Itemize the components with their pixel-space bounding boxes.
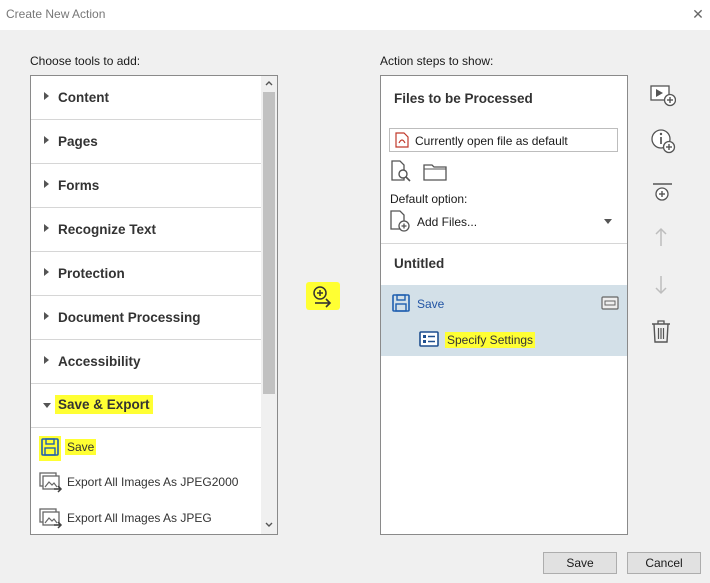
chevron-right-icon	[44, 224, 49, 232]
chevron-right-icon	[44, 180, 49, 188]
untitled-section-title: Untitled	[394, 256, 445, 271]
category-label: Recognize Text	[58, 222, 157, 237]
tool-export-jpeg2000[interactable]: Export All Images As JPEG2000	[31, 464, 261, 500]
category-forms[interactable]: Forms	[31, 164, 261, 208]
window-title: Create New Action	[6, 7, 106, 21]
tool-label: Save	[65, 439, 97, 455]
category-label: Forms	[58, 178, 100, 193]
delete-icon[interactable]	[650, 319, 676, 345]
add-file-icon	[389, 209, 413, 236]
step-label: Save	[417, 297, 445, 311]
export-images-icon	[39, 508, 63, 533]
save-button[interactable]: Save	[543, 552, 617, 574]
browse-file-icon[interactable]	[390, 160, 412, 185]
file-source-value: Currently open file as default	[415, 134, 568, 148]
add-to-action-button[interactable]	[306, 282, 340, 310]
chevron-right-icon	[44, 312, 49, 320]
tool-label: Export All Images As JPEG	[67, 511, 212, 525]
specify-settings-link[interactable]: Specify Settings	[445, 332, 536, 348]
steps-heading: Action steps to show:	[380, 54, 494, 68]
category-accessibility[interactable]: Accessibility	[31, 340, 261, 384]
category-label: Document Processing	[58, 310, 201, 325]
tools-list: Content Pages Forms Recognize Text Prote…	[30, 75, 278, 535]
title-bar: Create New Action ✕	[0, 0, 710, 30]
tools-heading: Choose tools to add:	[30, 54, 141, 68]
chevron-right-icon	[44, 92, 49, 100]
action-steps-list: Files to be Processed Currently open fil…	[380, 75, 628, 535]
category-label: Pages	[58, 134, 98, 149]
export-images-icon	[39, 472, 63, 497]
scroll-up-icon[interactable]	[264, 78, 274, 88]
pdf-file-icon	[395, 132, 409, 148]
folder-icon[interactable]	[423, 162, 447, 185]
category-save-export[interactable]: Save & Export	[31, 384, 261, 428]
scroll-down-icon[interactable]	[264, 520, 274, 530]
close-icon[interactable]: ✕	[690, 6, 706, 23]
category-label: Accessibility	[58, 354, 141, 369]
save-icon	[391, 293, 411, 316]
tool-export-jpeg[interactable]: Export All Images As JPEG	[31, 500, 261, 534]
chevron-right-icon	[44, 136, 49, 144]
category-label: Content	[58, 90, 109, 105]
category-pages[interactable]: Pages	[31, 120, 261, 164]
cancel-button[interactable]: Cancel	[627, 552, 701, 574]
default-option-value: Add Files...	[417, 215, 478, 229]
files-section-title: Files to be Processed	[394, 91, 533, 106]
scroll-thumb[interactable]	[263, 92, 275, 394]
divider	[381, 243, 627, 244]
chevron-down-icon	[43, 403, 51, 408]
file-source-dropdown[interactable]: Currently open file as default	[389, 128, 618, 152]
default-option-dropdown[interactable]: Add Files...	[389, 209, 619, 235]
category-recognize-text[interactable]: Recognize Text	[31, 208, 261, 252]
settings-icon	[419, 331, 439, 350]
chevron-right-icon	[44, 268, 49, 276]
add-panel-separator-icon[interactable]	[650, 181, 676, 207]
move-down-icon[interactable]	[650, 274, 676, 300]
default-option-label: Default option:	[390, 192, 468, 206]
chevron-down-icon	[604, 219, 612, 224]
move-up-icon[interactable]	[650, 226, 676, 252]
save-icon	[39, 436, 61, 461]
step-options-icon[interactable]	[601, 296, 619, 313]
category-content[interactable]: Content	[31, 76, 261, 120]
category-label: Protection	[58, 266, 125, 281]
add-to-action-icon	[313, 286, 332, 308]
add-prompt-icon[interactable]	[650, 83, 677, 109]
category-document-processing[interactable]: Document Processing	[31, 296, 261, 340]
scrollbar[interactable]	[261, 76, 277, 534]
chevron-right-icon	[44, 356, 49, 364]
category-protection[interactable]: Protection	[31, 252, 261, 296]
tool-save[interactable]: Save	[31, 428, 261, 464]
add-instruction-icon[interactable]	[650, 128, 676, 154]
category-label: Save & Export	[55, 395, 153, 414]
tool-label: Export All Images As JPEG2000	[67, 475, 239, 489]
step-save-row[interactable]: Save Specify Settings	[381, 285, 627, 356]
